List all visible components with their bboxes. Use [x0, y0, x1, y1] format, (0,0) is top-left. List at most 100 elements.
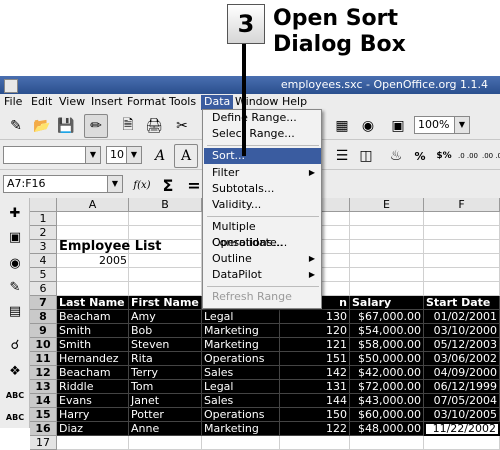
save-icon[interactable]: 💾	[54, 114, 78, 138]
table-cell[interactable]: Marketing	[202, 422, 280, 436]
cell[interactable]	[129, 212, 202, 226]
row-header[interactable]: 15	[30, 408, 57, 422]
menu-item-datapilot[interactable]: DataPilot ▶	[204, 267, 321, 283]
table-cell[interactable]: 150	[280, 408, 350, 422]
table-cell[interactable]: 142	[280, 366, 350, 380]
chevron-down-icon[interactable]: ▼	[107, 176, 122, 192]
cell[interactable]	[424, 282, 500, 296]
table-cell[interactable]: Sales	[202, 366, 280, 380]
navigator-icon[interactable]: ▦	[330, 114, 354, 138]
table-cell[interactable]: 05/12/2003	[424, 338, 500, 352]
row-header[interactable]: 2	[30, 226, 57, 240]
cell[interactable]	[350, 226, 424, 240]
row-header[interactable]: 14	[30, 394, 57, 408]
function-wizard-button[interactable]: f(x)	[130, 173, 154, 197]
table-cell[interactable]: Rita	[129, 352, 202, 366]
menu-item-subtotals[interactable]: Subtotals...	[204, 181, 321, 197]
table-cell[interactable]: Bob	[129, 324, 202, 338]
row-header[interactable]: 4	[30, 254, 57, 268]
column-header[interactable]: A	[57, 198, 129, 212]
cell[interactable]	[129, 282, 202, 296]
cell[interactable]	[57, 268, 129, 282]
menu-insert[interactable]: Insert	[91, 95, 123, 108]
column-title-cell[interactable]: Salary	[350, 296, 424, 310]
print-icon[interactable]: 🖨	[142, 114, 166, 138]
autospellcheck-icon[interactable]: ABC	[5, 408, 25, 428]
table-cell[interactable]: Anne	[129, 422, 202, 436]
row-header[interactable]: 11	[30, 352, 57, 366]
table-cell[interactable]: $72,000.00	[350, 380, 424, 394]
row-header[interactable]: 12	[30, 366, 57, 380]
row-header[interactable]: 6	[30, 282, 57, 296]
insert-icon[interactable]: ✚	[5, 204, 25, 224]
font-name-select[interactable]: ▼	[3, 146, 101, 164]
menu-item-filter[interactable]: Filter ▶	[204, 165, 321, 181]
menu-edit[interactable]: Edit	[31, 95, 52, 108]
column-title-cell[interactable]: Last Name	[57, 296, 129, 310]
column-header[interactable]: E	[350, 198, 424, 212]
table-cell[interactable]: Legal	[202, 380, 280, 394]
cell[interactable]	[129, 436, 202, 450]
format-paint-icon[interactable]: ♨	[384, 144, 408, 168]
find-icon[interactable]: ☌	[5, 336, 25, 356]
table-cell[interactable]: Janet	[129, 394, 202, 408]
table-cell[interactable]: Marketing	[202, 338, 280, 352]
chevron-down-icon[interactable]: ▼	[454, 117, 469, 133]
table-cell[interactable]: 130	[280, 310, 350, 324]
table-cell[interactable]: $50,000.00	[350, 352, 424, 366]
cell[interactable]	[424, 268, 500, 282]
cell[interactable]	[424, 254, 500, 268]
row-header[interactable]: 9	[30, 324, 57, 338]
export-pdf-icon[interactable]: 🗎	[116, 114, 140, 138]
cell[interactable]	[350, 212, 424, 226]
table-cell[interactable]: Terry	[129, 366, 202, 380]
table-cell[interactable]: 07/05/2004	[424, 394, 500, 408]
row-header[interactable]: 3	[30, 240, 57, 254]
table-cell[interactable]: $67,000.00	[350, 310, 424, 324]
cell[interactable]	[280, 436, 350, 450]
row-header[interactable]: 10	[30, 338, 57, 352]
table-cell[interactable]: 120	[280, 324, 350, 338]
table-cell[interactable]: Evans	[57, 394, 129, 408]
table-cell[interactable]: Legal	[202, 310, 280, 324]
menu-item-validity[interactable]: Validity...	[204, 197, 321, 213]
menu-tools[interactable]: Tools	[169, 95, 196, 108]
merge-cells-icon[interactable]: ◫	[354, 144, 378, 168]
cell[interactable]	[424, 212, 500, 226]
cell[interactable]	[424, 436, 500, 450]
cell[interactable]	[57, 436, 129, 450]
table-cell[interactable]: $58,000.00	[350, 338, 424, 352]
cell[interactable]	[424, 226, 500, 240]
edit-mode-icon[interactable]: ✏	[84, 114, 108, 138]
row-header[interactable]: 5	[30, 268, 57, 282]
align-justify-icon[interactable]: ☰	[330, 144, 354, 168]
menu-help[interactable]: Help	[282, 95, 307, 108]
menu-item-sort[interactable]: Sort...	[204, 148, 321, 164]
cell[interactable]	[57, 212, 129, 226]
table-cell[interactable]: $48,000.00	[350, 422, 424, 436]
cell[interactable]	[350, 268, 424, 282]
add-decimal-button[interactable]: .0 .00	[456, 144, 480, 168]
column-header[interactable]: B	[129, 198, 202, 212]
table-cell[interactable]: 131	[280, 380, 350, 394]
table-cell[interactable]: Harry	[57, 408, 129, 422]
table-cell[interactable]: 151	[280, 352, 350, 366]
row-header[interactable]: 17	[30, 436, 57, 450]
insert-object-icon[interactable]: ◉	[5, 254, 25, 274]
table-cell[interactable]: $60,000.00	[350, 408, 424, 422]
cell[interactable]	[350, 254, 424, 268]
font-size-select[interactable]: 10 ▼	[106, 146, 142, 164]
table-cell[interactable]: 11/22/2002	[424, 422, 500, 436]
cell[interactable]	[129, 254, 202, 268]
zoom-select[interactable]: 100% ▼	[414, 116, 470, 134]
open-folder-icon[interactable]: 📂	[30, 114, 54, 138]
cell[interactable]	[350, 436, 424, 450]
table-cell[interactable]: Marketing	[202, 324, 280, 338]
row-header[interactable]: 13	[30, 380, 57, 394]
menu-file[interactable]: File	[4, 95, 22, 108]
insert-cells-icon[interactable]: ▣	[5, 228, 25, 248]
cell[interactable]	[350, 282, 424, 296]
menu-item-select-range[interactable]: Select Range...	[204, 126, 321, 142]
chevron-down-icon[interactable]: ▼	[126, 147, 141, 163]
table-cell[interactable]: Operations	[202, 352, 280, 366]
